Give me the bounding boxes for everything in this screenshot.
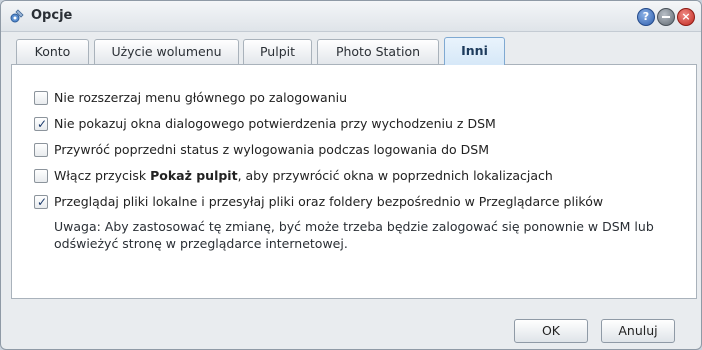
option-label-bold: Pokaż pulpit [150, 168, 238, 183]
options-panel: Nie rozszerzaj menu głównego po zalogowa… [11, 64, 697, 299]
tab-uzycie-wolumenu[interactable]: Użycie wolumenu [94, 39, 239, 64]
option-label-before: Włącz przycisk [54, 168, 151, 183]
checkbox-restore-status[interactable] [34, 143, 48, 157]
settings-icon [10, 9, 24, 23]
tab-bar: Konto Użycie wolumenu Pulpit Photo Stati… [1, 37, 701, 65]
tab-photo-station[interactable]: Photo Station [317, 39, 439, 64]
option-label: Przywróć poprzedni status z wylogowania … [54, 142, 489, 157]
option-label: Przeglądaj pliki lokalne i przesyłaj pli… [54, 194, 604, 209]
note-text: Uwaga: Aby zastosować tę zmianę, być moż… [54, 219, 654, 251]
close-button[interactable]: × [677, 8, 695, 26]
tab-pulpit[interactable]: Pulpit [243, 39, 312, 64]
checkmark-icon: ✓ [37, 117, 48, 131]
options-dialog: Opcje ? × Konto Użycie wolumenu Pulpit P… [0, 0, 702, 350]
help-button[interactable]: ? [637, 8, 655, 26]
tab-inni[interactable]: Inni [444, 37, 505, 65]
option-label: Nie pokazuj okna dialogowego potwierdzen… [54, 116, 496, 131]
option-label: Nie rozszerzaj menu głównego po zalogowa… [54, 90, 348, 105]
option-label-after: , aby przywrócić okna w poprzednich loka… [237, 168, 553, 183]
checkmark-icon: ✓ [37, 195, 48, 209]
option-label: Włącz przycisk Pokaż pulpit, aby przywró… [54, 167, 553, 185]
window-title: Opcje [31, 8, 73, 23]
minimize-icon [662, 16, 670, 18]
tab-konto[interactable]: Konto [16, 39, 89, 64]
checkbox-no-exit-confirm[interactable]: ✓ [34, 117, 48, 131]
ok-button[interactable]: OK [514, 319, 588, 343]
dialog-footer: OK Anuluj [1, 309, 701, 349]
cancel-button[interactable]: Anuluj [601, 319, 675, 343]
checkbox-file-browser[interactable]: ✓ [34, 195, 48, 209]
minimize-button[interactable] [657, 8, 675, 26]
checkbox-show-desktop[interactable] [34, 169, 48, 183]
title-bar[interactable]: Opcje ? × [1, 1, 701, 32]
checkbox-no-expand-menu[interactable] [34, 91, 48, 105]
